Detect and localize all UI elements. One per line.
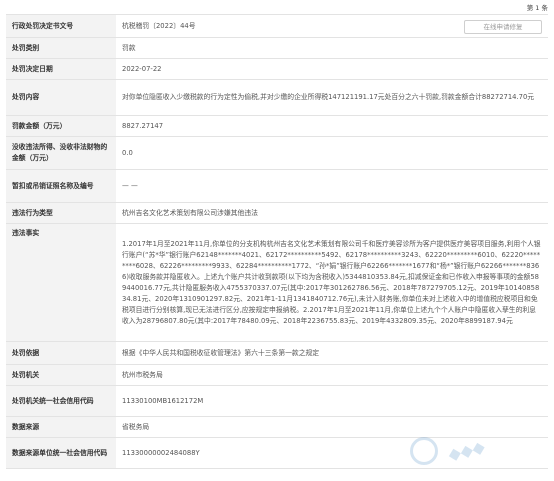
penalty-record-table: 行政处罚决定书文号 杭税稽罚〔2022〕44号 在线申请修复 处罚类别 罚款 处…: [6, 14, 548, 469]
row-confiscated: 没收违法所得、没收非法财物的金额（万元） 0.0: [6, 136, 548, 170]
value-authority: 杭州市税务局: [116, 364, 548, 386]
row-content: 处罚内容 对你单位隐匿收入少缴税款的行为定性为偷税,并对少缴的企业所得税1471…: [6, 79, 548, 116]
value-source-code: 11330000002484088Y: [116, 437, 548, 469]
label-content: 处罚内容: [6, 79, 116, 116]
row-authority: 处罚机关 杭州市税务局: [6, 364, 548, 386]
value-confiscated: 0.0: [116, 136, 548, 170]
value-authority-code: 11330100MB1612172M: [116, 385, 548, 417]
row-amount: 罚款金额（万元） 8827.27147: [6, 115, 548, 137]
row-facts: 违法事实 1.2017年1月至2021年11月,你单位的分支机构杭州吉名文化艺术…: [6, 223, 548, 342]
value-content: 对你单位隐匿收入少缴税款的行为定性为偷税,并对少缴的企业所得税147121191…: [116, 79, 548, 116]
row-category: 处罚类别 罚款: [6, 37, 548, 59]
label-source-code: 数据来源单位统一社会信用代码: [6, 437, 116, 469]
label-amount: 罚款金额（万元）: [6, 115, 116, 137]
value-category: 罚款: [116, 37, 548, 59]
value-facts: 1.2017年1月至2021年11月,你单位的分支机构杭州吉名文化艺术策划有限公…: [116, 223, 548, 342]
label-date: 处罚决定日期: [6, 58, 116, 80]
label-source: 数据来源: [6, 416, 116, 438]
value-decision-no: 杭税稽罚〔2022〕44号 在线申请修复: [116, 14, 548, 38]
decision-no-text: 杭税稽罚〔2022〕44号: [122, 21, 196, 30]
value-violation-type: 杭州吉名文化艺术策划有限公司涉嫌其他违法: [116, 202, 548, 224]
row-license: 暂扣或吊销证照名称及编号 — —: [6, 169, 548, 203]
row-basis: 处罚依据 根据《中华人民共和国税收征收管理法》第六十三条第一款之规定: [6, 341, 548, 365]
row-source-code: 数据来源单位统一社会信用代码 11330000002484088Y: [6, 437, 548, 469]
value-date: 2022-07-22: [116, 58, 548, 80]
row-decision-no: 行政处罚决定书文号 杭税稽罚〔2022〕44号 在线申请修复: [6, 14, 548, 38]
row-source: 数据来源 省税务局: [6, 416, 548, 438]
label-category: 处罚类别: [6, 37, 116, 59]
page-number: 第 1 条: [526, 4, 548, 12]
page-header: 第 1 条: [0, 0, 554, 14]
label-authority-code: 处罚机关统一社会信用代码: [6, 385, 116, 417]
row-authority-code: 处罚机关统一社会信用代码 11330100MB1612172M: [6, 385, 548, 417]
label-confiscated: 没收违法所得、没收非法财物的金额（万元）: [6, 136, 116, 170]
value-source: 省税务局: [116, 416, 548, 438]
label-facts: 违法事实: [6, 223, 116, 342]
label-violation-type: 违法行为类型: [6, 202, 116, 224]
online-repair-button[interactable]: 在线申请修复: [464, 20, 542, 34]
label-basis: 处罚依据: [6, 341, 116, 365]
label-decision-no: 行政处罚决定书文号: [6, 14, 116, 38]
label-license: 暂扣或吊销证照名称及编号: [6, 169, 116, 203]
value-license: — —: [116, 169, 548, 203]
row-violation-type: 违法行为类型 杭州吉名文化艺术策划有限公司涉嫌其他违法: [6, 202, 548, 224]
label-authority: 处罚机关: [6, 364, 116, 386]
value-basis: 根据《中华人民共和国税收征收管理法》第六十三条第一款之规定: [116, 341, 548, 365]
row-date: 处罚决定日期 2022-07-22: [6, 58, 548, 80]
value-amount: 8827.27147: [116, 115, 548, 137]
